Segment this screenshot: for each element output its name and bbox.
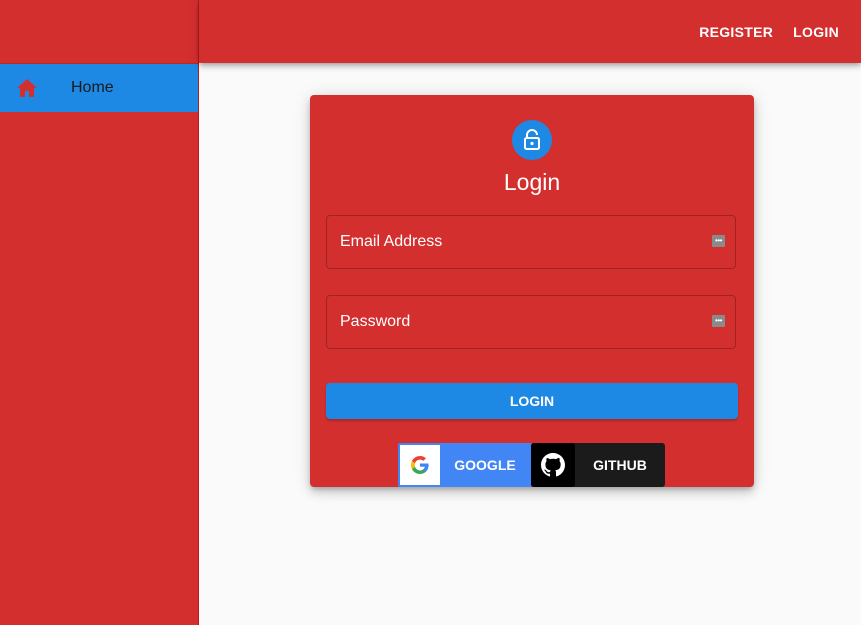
login-card: Login Email Address ••• Password ••• LOG… [310, 95, 754, 487]
sidebar: Home [0, 0, 199, 625]
password-field[interactable]: Password ••• [326, 295, 736, 349]
home-icon [16, 77, 38, 99]
github-icon [531, 443, 575, 487]
top-app-bar: REGISTER LOGIN [199, 0, 861, 63]
email-field[interactable]: Email Address ••• [326, 215, 736, 269]
appbar-login-button[interactable]: LOGIN [783, 18, 849, 46]
github-label: GITHUB [593, 457, 647, 473]
password-input[interactable] [327, 296, 735, 348]
login-button[interactable]: LOGIN [326, 383, 738, 419]
lock-open-icon [512, 120, 552, 160]
sidebar-item-label: Home [71, 79, 114, 96]
google-icon [400, 445, 440, 485]
email-input[interactable] [327, 216, 735, 268]
password-manager-icon[interactable]: ••• [712, 235, 725, 247]
register-button[interactable]: REGISTER [689, 18, 783, 46]
sidebar-header [0, 0, 198, 64]
google-label: GOOGLE [454, 457, 516, 473]
sidebar-item-home[interactable]: Home [0, 64, 198, 112]
password-manager-icon[interactable]: ••• [712, 315, 725, 327]
google-login-button[interactable]: GOOGLE [398, 443, 532, 487]
page-title: Login [503, 169, 561, 195]
github-login-button[interactable]: GITHUB [531, 443, 665, 487]
